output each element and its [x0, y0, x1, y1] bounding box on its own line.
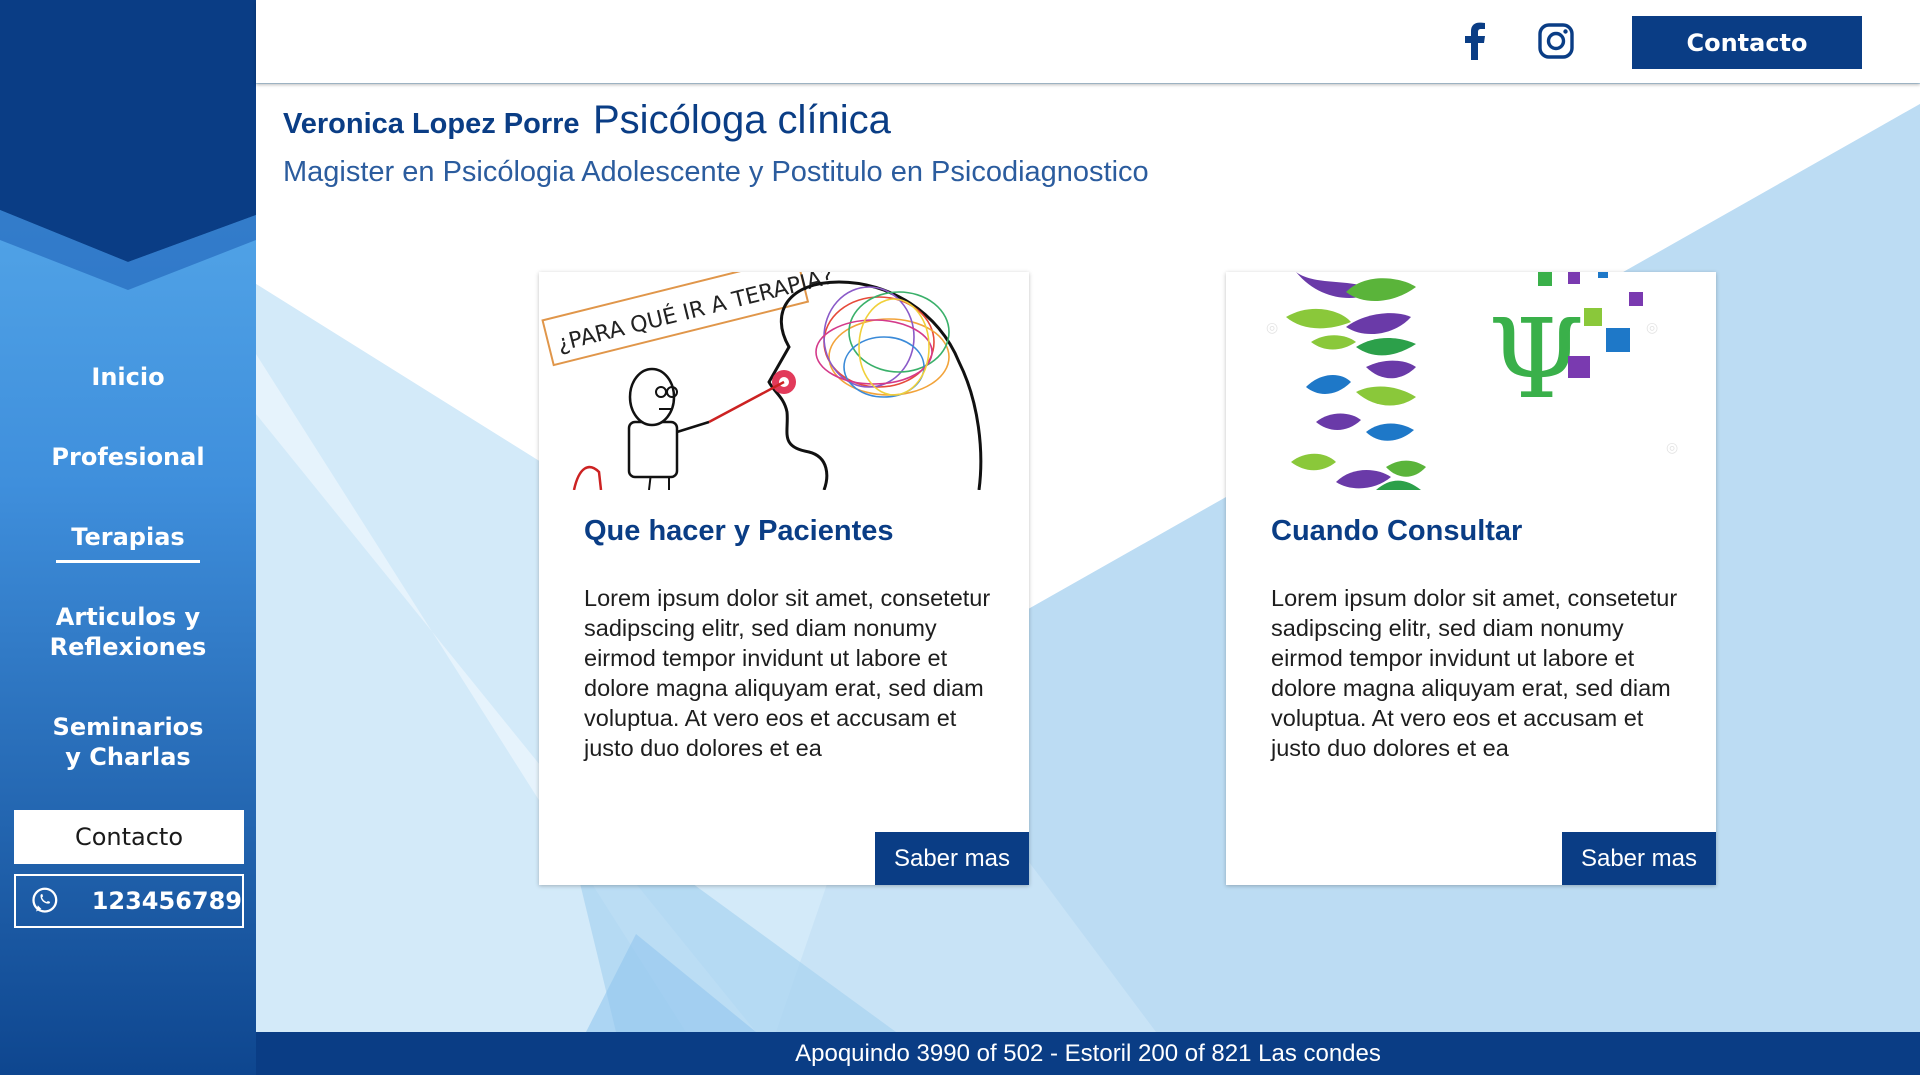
doctor-name: Veronica Lopez Porre: [283, 108, 580, 140]
instagram-icon[interactable]: [1537, 22, 1575, 60]
card-body: Lorem ipsum dolor sit amet, consetetur s…: [584, 585, 991, 761]
saber-mas-button[interactable]: Saber mas: [875, 832, 1029, 885]
nav-label: Terapias: [71, 523, 185, 551]
contact-label: Contacto: [1686, 28, 1808, 57]
card-title: Que hacer y Pacientes: [584, 515, 894, 547]
svg-text:◎: ◎: [1666, 440, 1678, 456]
footer-address: Apoquindo 3990 of 502 - Estoril 200 of 8…: [795, 1039, 1381, 1067]
credentials-subtitle: Magister en Psicólogia Adolescente y Pos…: [283, 156, 1149, 188]
card-image-psi: Ψ ◎ ◎ ◎: [1226, 272, 1716, 490]
phone-number: 123456789: [91, 887, 242, 915]
sidebar: Inicio Profesional Terapias Articulos y …: [0, 0, 256, 1075]
footer: Apoquindo 3990 of 502 - Estoril 200 of 8…: [256, 1032, 1920, 1075]
nav-item-terapias[interactable]: Terapias: [0, 522, 256, 563]
nav-label: Articulos y Reflexiones: [49, 603, 207, 661]
nav-item-inicio[interactable]: Inicio: [0, 362, 256, 392]
whatsapp-icon: [32, 887, 58, 913]
saber-mas-button[interactable]: Saber mas: [1562, 832, 1716, 885]
nav-item-seminarios[interactable]: Seminarios y Charlas: [0, 712, 256, 772]
nav-label: Profesional: [51, 443, 205, 471]
profession-title: Psicóloga clínica: [593, 98, 891, 142]
nav-label: Inicio: [91, 363, 165, 391]
svg-text:◎: ◎: [1646, 320, 1658, 336]
header-contact-button[interactable]: Contacto: [1632, 16, 1862, 69]
contact-label: Contacto: [74, 823, 184, 851]
card-body: Lorem ipsum dolor sit amet, consetetur s…: [1271, 585, 1678, 761]
sidebar-contact-button[interactable]: Contacto: [14, 810, 244, 864]
button-label: Saber mas: [1580, 844, 1698, 872]
nav-item-profesional[interactable]: Profesional: [0, 442, 256, 472]
card-image-terapia: ¿PARA QUÉ IR A TERAPIA?: [539, 272, 1029, 490]
svg-text:◎: ◎: [1266, 320, 1278, 336]
card-cuando-consultar: Ψ ◎ ◎ ◎ Cuando Consultar Lorem ipsum dol…: [1226, 272, 1716, 885]
whatsapp-phone-button[interactable]: 123456789: [14, 874, 244, 928]
nav-item-articulos[interactable]: Articulos y Reflexiones: [0, 602, 256, 662]
nav-label: Seminarios y Charlas: [52, 713, 204, 771]
button-label: Saber mas: [893, 844, 1011, 872]
card-title: Cuando Consultar: [1271, 515, 1523, 547]
card-que-hacer: ¿PARA QUÉ IR A TERAPIA? Que hacer y Paci…: [539, 272, 1029, 885]
facebook-icon[interactable]: [1460, 22, 1488, 60]
active-underline: [56, 560, 200, 563]
